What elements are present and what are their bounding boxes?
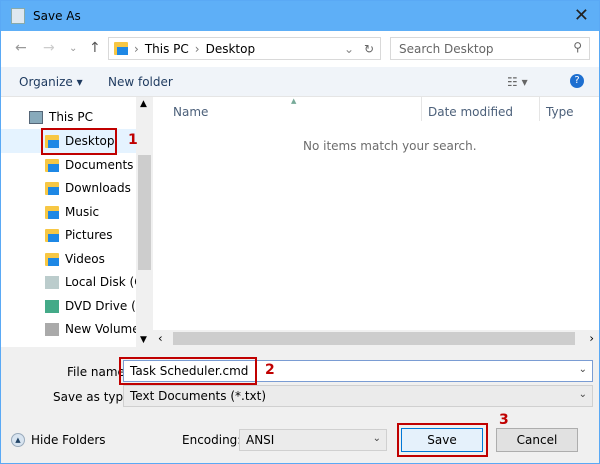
breadcrumb-desktop[interactable]: Desktop bbox=[206, 42, 256, 56]
window-title: Save As bbox=[33, 9, 81, 23]
tree-item-downloads[interactable]: Downloads bbox=[45, 178, 131, 198]
annotation-box-1 bbox=[41, 128, 117, 155]
back-icon[interactable]: ← bbox=[15, 40, 27, 56]
tree-item-videos[interactable]: Videos bbox=[45, 249, 105, 269]
cancel-button[interactable]: Cancel bbox=[496, 428, 578, 452]
chevron-down-icon: ⌄ bbox=[372, 433, 381, 444]
tree-label: Local Disk (C: bbox=[65, 275, 147, 289]
tree-item-music[interactable]: Music bbox=[45, 202, 99, 222]
collapse-icon: ▲ bbox=[11, 433, 25, 447]
hide-folders-label: Hide Folders bbox=[31, 433, 106, 447]
tree-label: Videos bbox=[65, 252, 105, 266]
notepad-icon bbox=[11, 8, 25, 24]
tree-item-dvd-drive[interactable]: DVD Drive (D: bbox=[45, 296, 149, 316]
empty-message: No items match your search. bbox=[303, 139, 477, 153]
scroll-thumb[interactable] bbox=[138, 155, 151, 270]
view-options-icon[interactable]: ☷ ▾ bbox=[507, 75, 528, 89]
tree-label: Documents bbox=[65, 158, 134, 172]
new-folder-button[interactable]: New folder bbox=[108, 75, 173, 89]
dropdown-chevron-icon[interactable]: ⌄ bbox=[344, 42, 354, 56]
folder-icon bbox=[45, 228, 59, 242]
sort-arrow-icon: ▲ bbox=[291, 97, 297, 105]
navigation-bar: ← → ⌄ ↑ › This PC › Desktop ⌄ ↻ Search D… bbox=[1, 31, 599, 67]
computer-icon bbox=[29, 110, 43, 124]
encoding-value: ANSI bbox=[246, 433, 275, 447]
organize-button[interactable]: Organize ▾ bbox=[19, 75, 83, 89]
dvd-icon bbox=[45, 299, 59, 313]
tree-item-local-disk[interactable]: Local Disk (C: bbox=[45, 272, 147, 292]
tree-item-new-volume[interactable]: New Volume ( bbox=[45, 319, 148, 339]
tree-label: Music bbox=[65, 205, 100, 219]
folder-icon bbox=[45, 181, 59, 195]
drive-icon bbox=[45, 322, 59, 336]
refresh-icon[interactable]: ↻ bbox=[364, 42, 374, 56]
help-icon[interactable]: ? bbox=[570, 74, 584, 88]
chevron-down-icon[interactable]: ⌄ bbox=[579, 364, 587, 375]
folder-icon bbox=[45, 158, 59, 172]
save-as-type-value: Text Documents (*.txt) bbox=[130, 389, 267, 403]
tree-label: This PC bbox=[49, 110, 93, 124]
tree-item-pictures[interactable]: Pictures bbox=[45, 225, 113, 245]
recent-chevron-icon[interactable]: ⌄ bbox=[69, 43, 77, 54]
title-bar: Save As ✕ bbox=[1, 1, 599, 31]
search-icon: ⚲ bbox=[573, 40, 582, 54]
column-date-modified[interactable]: Date modified bbox=[428, 105, 513, 119]
tree-item-documents[interactable]: Documents bbox=[45, 155, 133, 175]
tree-item-this-pc[interactable]: This PC bbox=[29, 107, 93, 127]
tree-label: Downloads bbox=[65, 181, 131, 195]
list-scrollbar[interactable]: ‹ › bbox=[153, 330, 599, 347]
search-placeholder: Search Desktop bbox=[399, 42, 494, 56]
save-as-type-select[interactable]: Text Documents (*.txt) ⌄ bbox=[123, 385, 593, 407]
breadcrumb-this-pc[interactable]: This PC bbox=[145, 42, 189, 56]
toolbar: Organize ▾ New folder ☷ ▾ ? bbox=[1, 67, 599, 97]
tree-scrollbar[interactable]: ▲ ▼ bbox=[136, 97, 153, 347]
column-type[interactable]: Type bbox=[546, 105, 574, 119]
hide-folders-button[interactable]: ▲ Hide Folders bbox=[11, 433, 106, 447]
close-icon[interactable]: ✕ bbox=[574, 5, 589, 26]
folder-icon bbox=[45, 205, 59, 219]
file-list: Name ▲ Date modified Type No items match… bbox=[153, 97, 599, 347]
annotation-box-3 bbox=[397, 423, 488, 457]
annotation-number-2: 2 bbox=[265, 362, 275, 378]
encoding-label: Encoding: bbox=[182, 433, 242, 447]
search-input[interactable]: Search Desktop ⚲ bbox=[390, 37, 590, 60]
folder-icon bbox=[45, 252, 59, 266]
save-as-dialog: Save As ✕ ← → ⌄ ↑ › This PC › Desktop ⌄ … bbox=[0, 0, 600, 464]
drive-icon bbox=[45, 275, 59, 289]
address-bar[interactable]: › This PC › Desktop ⌄ ↻ bbox=[108, 37, 381, 60]
column-name[interactable]: Name bbox=[173, 105, 208, 119]
scroll-thumb[interactable] bbox=[173, 332, 575, 345]
annotation-number-1: 1 bbox=[128, 132, 138, 148]
forward-icon[interactable]: → bbox=[43, 40, 55, 56]
annotation-number-3: 3 bbox=[499, 412, 509, 428]
encoding-select[interactable]: ANSI ⌄ bbox=[239, 429, 387, 451]
chevron-down-icon: ⌄ bbox=[578, 389, 587, 400]
tree-label: Pictures bbox=[65, 228, 113, 242]
desktop-folder-icon bbox=[114, 42, 128, 55]
annotation-box-2 bbox=[119, 357, 257, 385]
up-icon[interactable]: ↑ bbox=[89, 40, 101, 56]
